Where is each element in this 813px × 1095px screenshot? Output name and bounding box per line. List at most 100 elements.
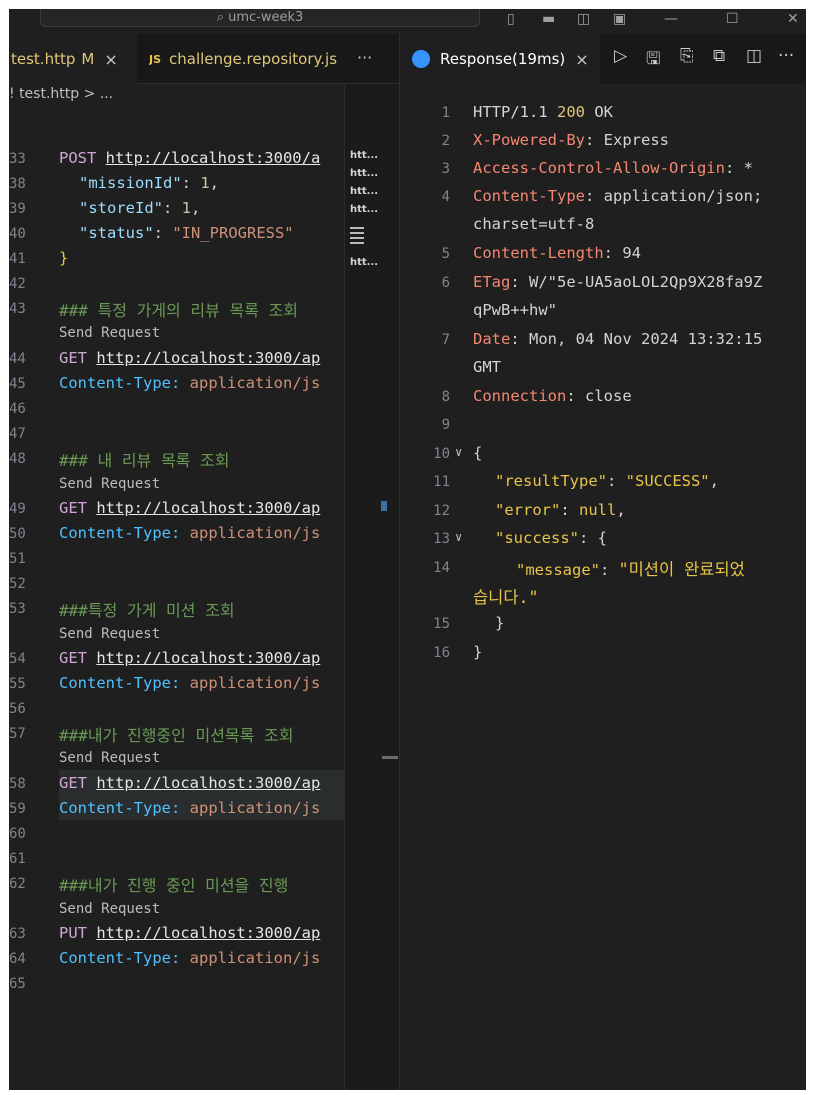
tab-challenge-repository[interactable]: JS challenge.repository.js bbox=[149, 34, 359, 84]
send-request-link[interactable]: Send Request bbox=[59, 626, 160, 642]
http-method: PUT bbox=[59, 924, 87, 942]
header-name: Access-Control-Allow-Origin bbox=[473, 159, 725, 177]
header-name: X-Powered-By bbox=[473, 131, 585, 149]
save-body-icon[interactable]: ⎘ bbox=[680, 46, 694, 66]
code-line: GET http://localhost:3000/ap bbox=[59, 349, 320, 367]
header-name: Content-Type: bbox=[59, 674, 181, 692]
close-tab-icon[interactable]: × bbox=[575, 50, 588, 69]
line-number: 15 bbox=[433, 616, 450, 632]
fold-chevron-icon[interactable]: ∨ bbox=[455, 530, 462, 544]
customize-layout-icon[interactable]: ▣ bbox=[613, 11, 626, 27]
json-key: "storeId" bbox=[79, 199, 163, 217]
code-editor[interactable]: 33 POST http://localhost:3000/a 38 "miss… bbox=[9, 112, 344, 1090]
code-line: GET http://localhost:3000/ap bbox=[59, 649, 320, 667]
command-center-search[interactable]: ⌕ umc-week3 bbox=[40, 9, 480, 27]
header-value: close bbox=[585, 387, 632, 405]
http-version: HTTP/1.1 bbox=[473, 103, 548, 121]
line-number: 14 bbox=[433, 560, 450, 576]
close-window-icon[interactable]: ✕ bbox=[787, 11, 799, 27]
json-key: "status" bbox=[79, 224, 154, 242]
header-name: Content-Type bbox=[473, 187, 585, 205]
code-line: "status": "IN_PROGRESS" bbox=[79, 224, 294, 242]
header-value: * bbox=[743, 159, 753, 177]
save-icon[interactable]: 🖫 bbox=[646, 46, 660, 75]
line-number: 12 bbox=[433, 503, 450, 519]
code-line: POST http://localhost:3000/a bbox=[59, 149, 320, 167]
send-request-link[interactable]: Send Request bbox=[59, 325, 160, 341]
minimap-item: htt... bbox=[350, 186, 379, 197]
maximize-icon[interactable]: ☐ bbox=[726, 11, 739, 27]
json-brace: } bbox=[473, 643, 483, 661]
header-value: Mon, 04 Nov 2024 13:32:15 bbox=[529, 330, 763, 348]
code-comment: ### 내 리뷰 목록 조회 bbox=[59, 451, 230, 470]
minimap-blocks bbox=[350, 224, 372, 254]
http-method: GET bbox=[59, 649, 87, 667]
minimap[interactable]: htt... htt... htt... htt... htt... bbox=[344, 84, 399, 1090]
header-value: Express bbox=[603, 131, 669, 149]
minimize-icon[interactable]: — bbox=[664, 11, 678, 27]
minimap-item: htt... bbox=[350, 168, 379, 179]
json-value: 1 bbox=[200, 174, 210, 192]
code-line: } bbox=[59, 249, 68, 267]
toggle-secondary-sidebar-icon[interactable]: ◫ bbox=[577, 11, 590, 27]
header-value: application/js bbox=[189, 949, 321, 967]
line-number: 57 bbox=[9, 726, 26, 742]
request-url[interactable]: http://localhost:3000/ap bbox=[96, 774, 320, 792]
request-url[interactable]: http://localhost:3000/ap bbox=[96, 924, 320, 942]
tab-label: challenge.repository.js bbox=[169, 50, 338, 68]
header-value: 94 bbox=[622, 244, 641, 262]
fold-chevron-icon[interactable]: ∨ bbox=[455, 445, 462, 459]
modified-badge: M bbox=[81, 50, 95, 68]
tab-response[interactable]: Response(19ms) × bbox=[400, 34, 600, 84]
json-value: "미션이 완료되었 bbox=[618, 560, 745, 579]
request-url[interactable]: http://localhost:3000/ap bbox=[96, 649, 320, 667]
header-value-wrap: qPwB++hw" bbox=[473, 301, 557, 319]
breadcrumb[interactable]: ! test.http > ... bbox=[9, 86, 113, 108]
toggle-sidebar-icon[interactable]: ▯ bbox=[507, 11, 515, 27]
line-number: 51 bbox=[9, 551, 26, 567]
send-request-link[interactable]: Send Request bbox=[59, 901, 160, 917]
toggle-panel-icon[interactable]: ▬ bbox=[542, 11, 555, 27]
code-line: "storeId": 1, bbox=[79, 199, 200, 217]
json-entry: "success": { bbox=[495, 529, 608, 547]
close-tab-icon[interactable]: × bbox=[104, 50, 117, 69]
code-comment: ###특정 가게 미션 조회 bbox=[59, 601, 235, 620]
request-url[interactable]: http://localhost:3000/a bbox=[106, 149, 321, 167]
line-number: 61 bbox=[9, 851, 26, 867]
line-number: 45 bbox=[9, 376, 26, 392]
more-actions-icon[interactable]: ··· bbox=[778, 46, 794, 66]
breadcrumb-file[interactable]: test.http bbox=[19, 86, 79, 102]
line-number: 46 bbox=[9, 401, 26, 417]
send-request-link[interactable]: Send Request bbox=[59, 476, 160, 492]
code-line: Content-Type: application/js bbox=[59, 524, 320, 542]
json-entry: "message": "미션이 완료되었 bbox=[516, 560, 745, 579]
scrollbar-thumb[interactable] bbox=[382, 756, 398, 759]
line-number: 11 bbox=[433, 474, 450, 490]
line-number: 54 bbox=[9, 651, 26, 667]
copy-icon[interactable]: ⧉ bbox=[713, 46, 725, 66]
request-url[interactable]: http://localhost:3000/ap bbox=[96, 349, 320, 367]
line-number: 63 bbox=[9, 926, 26, 942]
code-line: Content-Type: application/js bbox=[59, 799, 320, 817]
json-colon: : bbox=[163, 199, 182, 217]
breadcrumb-rest[interactable]: > ... bbox=[84, 86, 114, 102]
response-header: X-Powered-By: Express bbox=[473, 131, 669, 149]
line-number: 9 bbox=[441, 417, 450, 433]
line-number: 59 bbox=[9, 801, 26, 817]
request-url[interactable]: http://localhost:3000/ap bbox=[96, 499, 320, 517]
editor-group-right: Response(19ms) × ▷ 🖫 ⎘ ⧉ ◫ ··· 1 HTTP/1.… bbox=[399, 34, 806, 1090]
line-number: 44 bbox=[9, 351, 26, 367]
response-header: Access-Control-Allow-Origin: * bbox=[473, 159, 753, 177]
run-icon[interactable]: ▷ bbox=[614, 46, 627, 66]
response-header: ETag: W/"5e-UA5aoLOL2Qp9X28fa9Z bbox=[473, 273, 763, 291]
send-request-link[interactable]: Send Request bbox=[59, 750, 160, 766]
header-value: application/js bbox=[189, 799, 321, 817]
line-number: 41 bbox=[9, 251, 26, 267]
code-comment: ###내가 진행 중인 미션을 진행 bbox=[59, 876, 289, 895]
more-actions-icon[interactable]: ··· bbox=[357, 48, 372, 67]
line-number: 62 bbox=[9, 876, 26, 892]
split-editor-icon[interactable]: ◫ bbox=[746, 46, 762, 66]
tab-test-http[interactable]: test.http M × bbox=[9, 34, 137, 84]
line-number: 43 bbox=[9, 301, 26, 317]
status-code: 200 bbox=[557, 103, 585, 121]
